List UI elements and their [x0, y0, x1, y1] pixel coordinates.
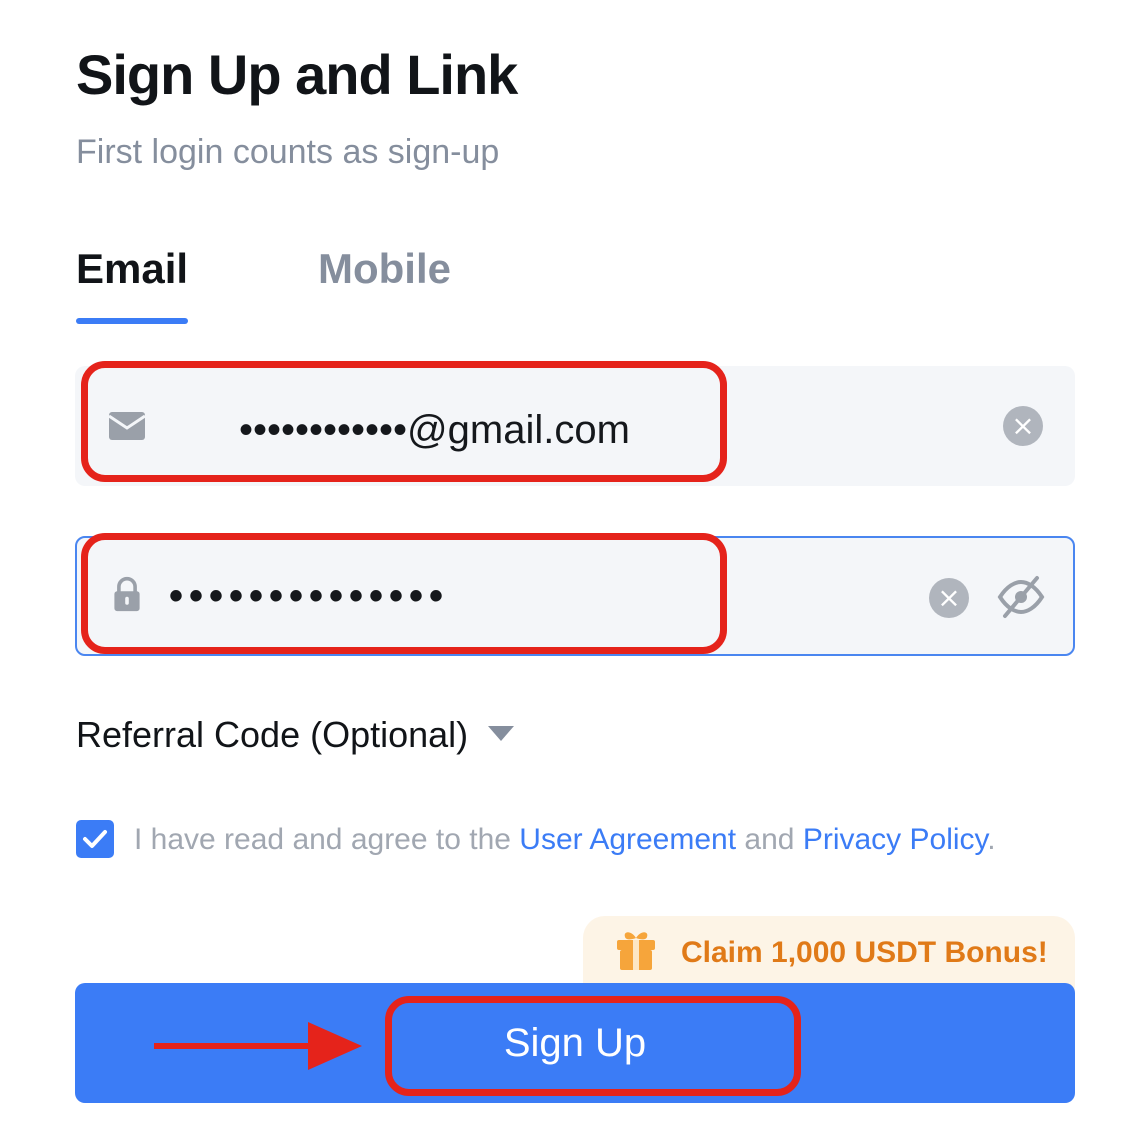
- referral-code-toggle[interactable]: Referral Code (Optional): [76, 712, 468, 758]
- active-tab-indicator: [76, 318, 188, 324]
- page-subtitle: First login counts as sign-up: [76, 133, 500, 171]
- gift-icon: [617, 932, 655, 970]
- email-field[interactable]: ••••••••••••@gmail.com ×: [75, 366, 1075, 486]
- password-field[interactable]: •••••••••••••• ×: [75, 536, 1075, 656]
- lock-icon: [114, 576, 140, 612]
- eye-off-icon[interactable]: [997, 574, 1045, 620]
- envelope-icon: [108, 412, 146, 440]
- page-title: Sign Up and Link: [76, 43, 518, 106]
- checkmark-icon: [83, 830, 107, 848]
- agreement-checkbox[interactable]: [76, 820, 114, 858]
- email-value: ••••••••••••@gmail.com: [239, 408, 630, 452]
- user-agreement-link[interactable]: User Agreement: [519, 823, 736, 856]
- password-value: ••••••••••••••: [169, 574, 450, 618]
- clear-email-icon[interactable]: ×: [1003, 406, 1043, 446]
- agreement-suffix: .: [987, 823, 996, 856]
- bonus-text: Claim 1,000 USDT Bonus!: [681, 936, 1048, 969]
- arrow-right-icon: [154, 1022, 362, 1070]
- agreement-prefix: I have read and agree to the: [134, 823, 520, 856]
- agreement-text: I have read and agree to the User Agreem…: [134, 820, 996, 860]
- clear-password-icon[interactable]: ×: [929, 578, 969, 618]
- tab-mobile[interactable]: Mobile: [318, 242, 451, 296]
- caret-down-icon[interactable]: [488, 726, 514, 741]
- privacy-policy-link[interactable]: Privacy Policy: [803, 823, 987, 856]
- tab-email[interactable]: Email: [76, 242, 188, 296]
- signup-page: Sign Up and Link First login counts as s…: [0, 0, 1132, 1132]
- agreement-conjunction: and: [736, 823, 803, 856]
